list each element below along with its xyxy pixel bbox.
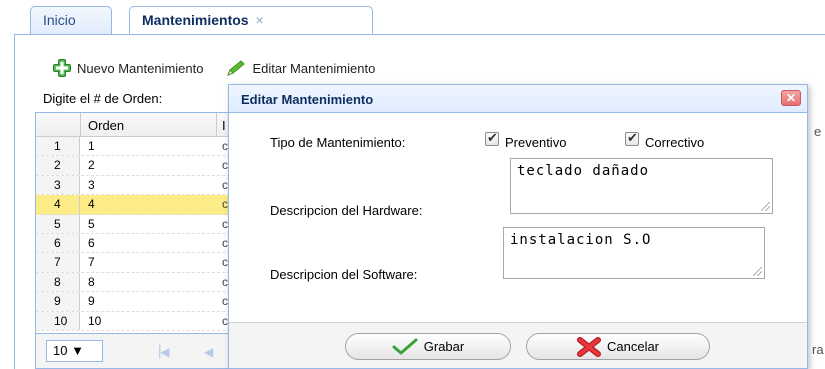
row-number: 8 <box>36 272 80 292</box>
table-row[interactable]: 10 10 c <box>36 311 235 331</box>
tab-inicio[interactable]: Inicio <box>30 6 112 35</box>
order-cell: 3 <box>88 177 95 192</box>
first-page-icon[interactable]: ▕◀ <box>151 345 169 359</box>
table-row[interactable]: 66c <box>36 233 235 254</box>
maintenance-type-label: Tipo de Mantenimiento: <box>270 135 406 150</box>
hardware-value: teclado dañado <box>517 163 650 179</box>
software-label: Descripcion del Software: <box>270 267 418 282</box>
x-icon <box>576 336 601 357</box>
edit-maintenance-dialog: Editar Mantenimiento ✕ Tipo de Mantenimi… <box>228 84 808 369</box>
order-cell: 1 <box>88 139 95 153</box>
tab-mantenimientos[interactable]: Mantenimientos × <box>129 6 373 36</box>
order-cell: 2 <box>88 158 95 173</box>
new-maintenance-button[interactable]: Nuevo Mantenimiento <box>52 59 203 77</box>
pencil-icon <box>227 60 246 76</box>
order-cell: 10 <box>88 313 102 328</box>
table-row[interactable]: 22c <box>36 156 235 176</box>
order-cell: 5 <box>88 216 95 231</box>
cancel-label: Cancelar <box>606 339 660 354</box>
plus-circle-icon <box>53 59 71 77</box>
row-number: 5 <box>36 214 80 233</box>
preventivo-label: Preventivo <box>505 135 567 150</box>
order-cell: 9 <box>88 294 95 309</box>
table-row[interactable]: 99c <box>36 292 235 312</box>
correctivo-label: Correctivo <box>645 135 705 150</box>
table-row[interactable]: 11c <box>36 137 235 157</box>
prev-page-icon[interactable]: ◀ <box>204 345 213 359</box>
close-icon[interactable]: ✕ <box>781 90 801 106</box>
resize-grip-icon[interactable] <box>753 267 762 276</box>
resize-grip-icon[interactable] <box>761 202 770 211</box>
tab-mantenimientos-label: Mantenimientos <box>142 12 249 28</box>
dialog-title: Editar Mantenimiento <box>241 92 374 107</box>
table-row[interactable]: 33c <box>36 175 235 196</box>
order-cell: 6 <box>88 235 95 250</box>
column-header-orden[interactable]: Orden <box>88 118 124 133</box>
row-number: 1 <box>36 137 80 156</box>
maintenance-grid: Orden I 1 1 c 2 2 c 3 3 c 4 4 c 5 5 c 6 6 c 7 7 c 8 8 c 9 9 c 10 10 c <box>35 112 235 334</box>
page-size-select[interactable]: 10 ▼ <box>46 340 103 362</box>
order-cell: 8 <box>88 274 95 289</box>
row-number: 7 <box>36 253 80 272</box>
save-button[interactable]: Grabar <box>345 333 511 360</box>
row-number: 10 <box>36 311 80 330</box>
row-number: 2 <box>36 156 80 175</box>
pager-text-fragment: ra <box>812 342 824 357</box>
hardware-textarea[interactable]: teclado dañado <box>510 158 773 214</box>
row-number: 4 <box>36 195 80 214</box>
dialog-header: Editar Mantenimiento ✕ <box>229 85 807 113</box>
table-row[interactable]: 88c <box>36 272 235 293</box>
column-separator <box>216 113 217 137</box>
table-row[interactable]: 44c <box>36 195 235 215</box>
order-cell: 7 <box>88 255 95 270</box>
order-cell: 4 <box>88 197 95 212</box>
row-number: 6 <box>36 233 80 253</box>
toolbar: Nuevo Mantenimiento Editar Mantenimiento <box>52 55 397 81</box>
tab-close-icon[interactable]: × <box>255 12 263 28</box>
save-label: Grabar <box>423 339 465 354</box>
pager: 10 ▼ ▕◀ ◀ <box>35 334 235 369</box>
grid-header-fragment: e <box>814 124 822 139</box>
table-row[interactable]: 77c <box>36 253 235 273</box>
search-order-label: Digite el # de Orden: <box>43 91 163 106</box>
correctivo-checkbox[interactable] <box>625 130 639 146</box>
preventivo-checkbox[interactable] <box>485 130 499 146</box>
grid-header: Orden I <box>36 113 235 137</box>
software-value: instalacion S.O <box>510 232 652 248</box>
tab-bar: Inicio Mantenimientos × <box>0 0 825 36</box>
software-textarea[interactable]: instalacion S.O <box>503 227 765 279</box>
row-number: 9 <box>36 292 80 311</box>
row-number: 3 <box>36 175 80 195</box>
hardware-label: Descripcion del Hardware: <box>270 203 423 218</box>
column-header-3[interactable]: I <box>222 118 226 133</box>
edit-maintenance-button[interactable]: Editar Mantenimiento <box>225 59 375 77</box>
column-separator <box>80 113 81 137</box>
check-icon <box>392 338 418 354</box>
cancel-button[interactable]: Cancelar <box>526 333 710 360</box>
edit-maintenance-label: Editar Mantenimiento <box>252 60 376 76</box>
new-maintenance-label: Nuevo Mantenimiento <box>77 60 204 76</box>
tab-inicio-label: Inicio <box>43 12 76 28</box>
grid-body: 1 1 c 2 2 c 3 3 c 4 4 c 5 5 c 6 6 c 7 7 c 8 8 c 9 9 c 10 10 c <box>36 137 235 331</box>
dialog-footer: Grabar Cancelar <box>229 322 807 368</box>
table-row[interactable]: 55c <box>36 214 235 234</box>
